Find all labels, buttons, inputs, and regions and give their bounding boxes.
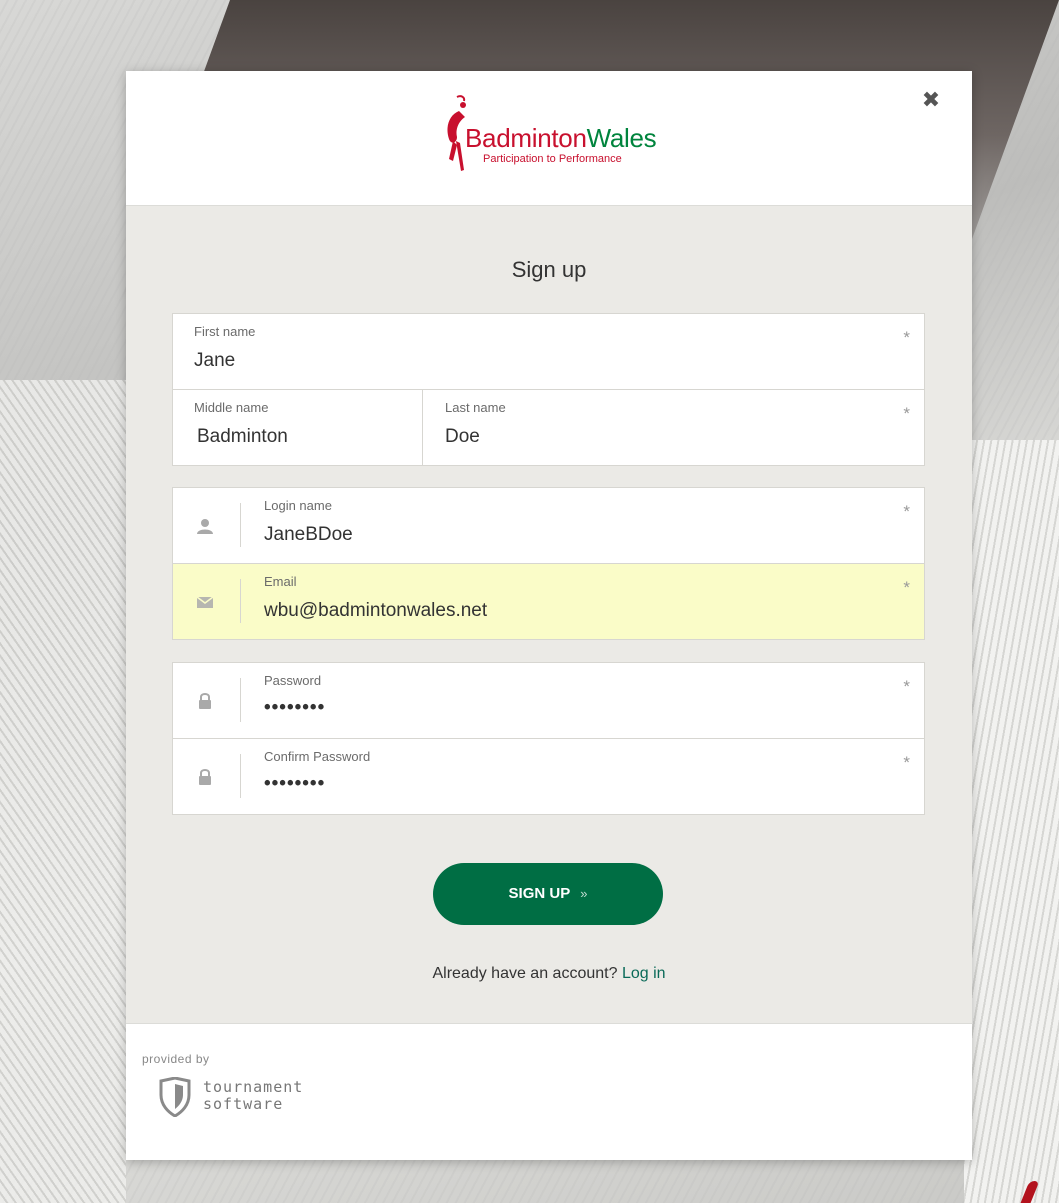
logo-wordmark: BadmintonWales [465, 123, 657, 153]
password-icon-cell [173, 663, 241, 738]
email-field[interactable]: Email wbu@badmintonwales.net * [173, 563, 924, 639]
account-group: Login name JaneBDoe * Email wbu@badminto… [172, 487, 925, 640]
confirm-password-value[interactable]: •••••••• [264, 773, 325, 795]
required-marker: * [903, 753, 910, 772]
badminton-wales-logo: BadmintonWales Participation to Performa… [439, 93, 679, 175]
envelope-icon [196, 596, 214, 608]
confirm-password-icon-cell [173, 739, 241, 814]
background-feather-right [964, 440, 1059, 1203]
close-icon[interactable]: ✖ [920, 90, 942, 112]
email-icon-cell [173, 564, 241, 639]
brand-line-1: tournament [203, 1078, 304, 1096]
last-name-field[interactable]: Last name Doe * [423, 390, 924, 465]
chevron-right-icon: » [580, 886, 588, 901]
email-value[interactable]: wbu@badmintonwales.net [264, 600, 487, 622]
password-value[interactable]: •••••••• [264, 697, 325, 719]
brand-line-2: software [203, 1095, 284, 1113]
icon-separator [240, 754, 241, 798]
modal-footer: provided by tournament software [126, 1023, 972, 1160]
sign-up-label: SIGN UP [508, 885, 571, 902]
required-marker: * [903, 502, 910, 521]
required-marker: * [903, 404, 910, 423]
page-title: Sign up [511, 257, 587, 282]
required-marker: * [903, 578, 910, 597]
login-name-field[interactable]: Login name JaneBDoe * [173, 488, 924, 563]
password-group: Password •••••••• * Confirm Password •••… [172, 662, 925, 815]
icon-separator [240, 678, 241, 722]
login-name-value[interactable]: JaneBDoe [264, 524, 353, 546]
user-icon [197, 519, 213, 534]
modal-body: Sign up First name Jane * Middle name Ba… [126, 206, 972, 1024]
first-name-field[interactable]: First name Jane * [173, 314, 924, 389]
log-in-link[interactable]: Log in [622, 965, 666, 982]
middle-name-label: Middle name [194, 400, 269, 415]
middle-name-value[interactable]: Badminton [197, 426, 288, 448]
login-icon-cell [173, 488, 241, 563]
required-marker: * [903, 328, 910, 347]
confirm-password-label: Confirm Password [264, 749, 371, 764]
name-group: First name Jane * Middle name Badminton … [172, 313, 925, 466]
shield-icon [159, 1077, 191, 1117]
provided-by-label: provided by [142, 1052, 210, 1066]
first-name-label: First name [194, 324, 256, 339]
email-label: Email [264, 574, 297, 589]
login-prompt: Already have an account? Log in [126, 965, 972, 983]
first-name-value[interactable]: Jane [194, 350, 235, 372]
password-label: Password [264, 673, 322, 688]
required-marker: * [903, 677, 910, 696]
lock-icon [199, 693, 211, 709]
password-field[interactable]: Password •••••••• * [173, 663, 924, 738]
login-prompt-text: Already have an account? [432, 965, 618, 982]
last-name-value[interactable]: Doe [445, 426, 480, 448]
confirm-password-field[interactable]: Confirm Password •••••••• * [173, 738, 924, 814]
icon-separator [240, 503, 241, 547]
tournament-software-logo[interactable]: tournament software [158, 1077, 338, 1127]
modal-header: BadmintonWales Participation to Performa… [126, 71, 972, 206]
signup-modal: BadmintonWales Participation to Performa… [126, 71, 972, 1160]
last-name-label: Last name [445, 400, 506, 415]
tournament-software-text: tournament software [203, 1079, 303, 1113]
lock-icon [199, 769, 211, 785]
middle-last-row: Middle name Badminton Last name Doe * [173, 389, 924, 465]
icon-separator [240, 579, 241, 623]
middle-name-field[interactable]: Middle name Badminton [173, 390, 422, 465]
logo-tagline: Participation to Performance [483, 153, 622, 165]
login-name-label: Login name [264, 498, 332, 513]
background-feather-left [0, 380, 126, 1203]
sign-up-button[interactable]: SIGN UP » [433, 863, 663, 925]
